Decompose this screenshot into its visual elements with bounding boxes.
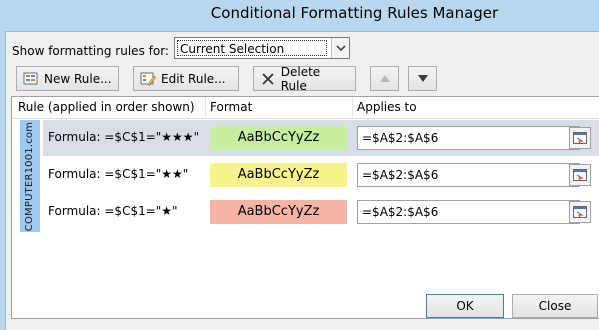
move-down-button[interactable]	[408, 66, 437, 91]
rule-row[interactable]: Formula: =$C$1="★★★" AaBbCcYyZz =$A$2:$A…	[43, 120, 599, 156]
show-rules-row: Show formatting rules for:	[12, 40, 169, 62]
rules-toolbar: New Rule... Edit Rule... Delete Rule	[12, 64, 599, 94]
new-rule-label: New Rule...	[44, 71, 112, 86]
rule-condition: Formula: =$C$1="★★"	[48, 167, 189, 181]
column-header-applies[interactable]: Applies to	[357, 100, 417, 114]
delete-rule-button[interactable]: Delete Rule	[253, 64, 356, 93]
show-rules-select[interactable]: Current Selection	[174, 37, 350, 59]
delete-rule-label: Delete Rule	[280, 64, 321, 93]
show-rules-value: Current Selection	[177, 40, 327, 56]
close-button[interactable]: Close	[512, 294, 598, 318]
new-rule-button[interactable]: New Rule...	[16, 66, 119, 91]
edit-rule-label: Edit Rule...	[161, 71, 226, 86]
applies-to-field[interactable]: =$A$2:$A$6	[357, 200, 580, 224]
ok-button[interactable]: OK	[426, 294, 504, 318]
range-select-icon[interactable]	[569, 127, 591, 149]
dialog-client: Show formatting rules for: Current Selec…	[5, 31, 599, 330]
format-preview: AaBbCcYyZz	[210, 200, 347, 224]
format-preview: AaBbCcYyZz	[210, 126, 347, 150]
applies-to-field[interactable]: =$A$2:$A$6	[357, 126, 580, 150]
watermark-strip: COMPUTER1001.com	[20, 120, 40, 232]
grid-header: Rule (applied in order shown) Format App…	[12, 97, 599, 119]
move-up-button[interactable]	[370, 66, 399, 91]
rule-condition: Formula: =$C$1="★★★"	[48, 130, 200, 144]
rule-condition: Formula: =$C$1="★"	[48, 204, 178, 218]
delete-x-icon	[260, 71, 276, 87]
triangle-down-icon	[417, 75, 428, 82]
rules-grid: Rule (applied in order shown) Format App…	[11, 96, 599, 319]
range-select-icon[interactable]	[569, 164, 591, 186]
rule-row[interactable]: Formula: =$C$1="★" AaBbCcYyZz =$A$2:$A$6	[43, 194, 599, 230]
rule-row[interactable]: Formula: =$C$1="★★" AaBbCcYyZz =$A$2:$A$…	[43, 157, 599, 193]
column-header-format[interactable]: Format	[210, 100, 252, 114]
window-title: Conditional Formatting Rules Manager	[210, 4, 499, 22]
watermark-text: COMPUTER1001.com	[24, 121, 36, 231]
edit-rule-button[interactable]: Edit Rule...	[133, 66, 239, 91]
applies-to-field[interactable]: =$A$2:$A$6	[357, 163, 580, 187]
new-rule-icon	[23, 71, 39, 87]
format-preview: AaBbCcYyZz	[210, 163, 347, 187]
column-header-rule[interactable]: Rule (applied in order shown)	[18, 100, 195, 114]
chevron-down-icon[interactable]	[331, 38, 349, 58]
triangle-up-icon	[379, 75, 390, 82]
show-rules-label: Show formatting rules for:	[12, 44, 169, 58]
edit-rule-icon	[140, 71, 156, 87]
range-select-icon[interactable]	[569, 201, 591, 223]
